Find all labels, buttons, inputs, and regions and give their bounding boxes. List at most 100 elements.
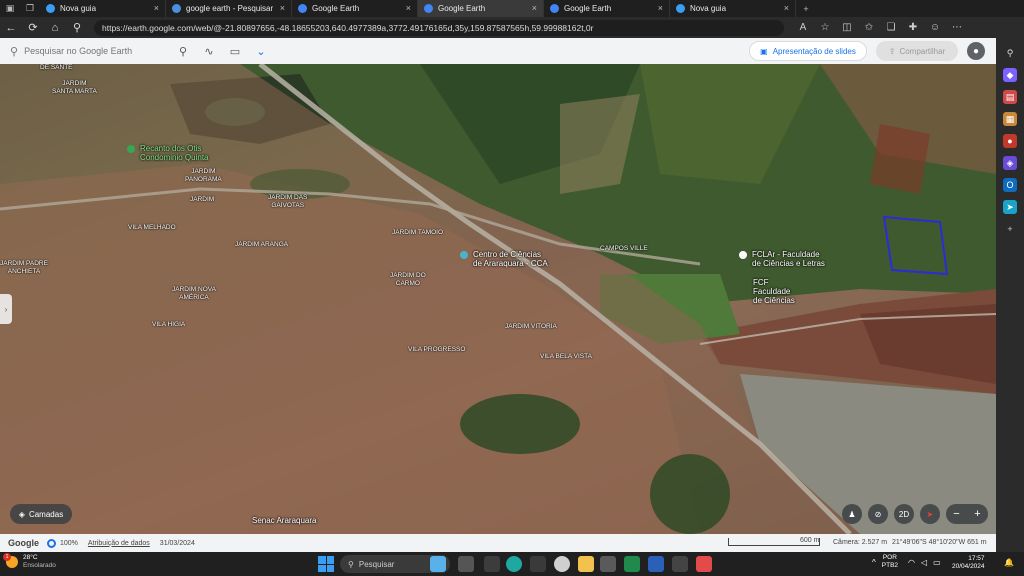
reset-tilt-icon[interactable]: ⊘	[868, 504, 888, 524]
earth-map-view[interactable]: DE SANTE JARDIM SANTA MARTA JARDIM PANORAM…	[0, 64, 996, 534]
clock[interactable]: 17:57 20/04/2024	[952, 555, 985, 571]
read-aloud-icon[interactable]: A	[792, 17, 814, 38]
browser-tab[interactable]: Nova guia ×	[40, 0, 166, 17]
games-icon[interactable]: ●	[1003, 134, 1017, 148]
browser-tab-strip: ▣ ❐ Nova guia × google earth - Pesquisar × G…	[0, 0, 1024, 17]
file-explorer-icon[interactable]	[578, 556, 594, 572]
layers-button[interactable]: ◈ Camadas	[10, 504, 72, 524]
place-label[interactable]: Recanto dos Otis Condominio Quinta	[140, 144, 208, 162]
scale-label: 600 m	[800, 537, 820, 544]
close-tab-icon[interactable]: ×	[280, 3, 285, 13]
google-logo: Google	[8, 538, 39, 548]
widgets-app-icon[interactable]	[430, 556, 446, 572]
task-view-icon[interactable]	[458, 556, 474, 572]
new-tab-button[interactable]: +	[796, 0, 816, 17]
browser-tab[interactable]: google earth - Pesquisar ×	[166, 0, 292, 17]
extensions-icon[interactable]: ✚	[902, 17, 924, 38]
terminal-app-icon[interactable]	[484, 556, 500, 572]
street-view-icon[interactable]: ♟	[842, 504, 862, 524]
favorites-icon[interactable]: ✩	[858, 17, 880, 38]
place-label[interactable]: FCLAr - Faculdade de Ciências e Letras	[752, 250, 825, 268]
search-input[interactable]	[24, 46, 165, 56]
tab-favicon-icon	[550, 4, 559, 13]
refresh-icon[interactable]: ⟳	[22, 17, 44, 38]
more-menu-icon[interactable]: ⋯	[946, 17, 968, 38]
snipping-tool-icon[interactable]	[696, 556, 712, 572]
store-app-icon[interactable]	[600, 556, 616, 572]
add-icon[interactable]: +	[1003, 222, 1017, 236]
cursor-coordinates: 21°49'06"S 48°10'20"W 651 m	[892, 539, 987, 546]
close-tab-icon[interactable]: ×	[154, 3, 159, 13]
weather-widget[interactable]: 1 28°C Ensolarado	[3, 553, 56, 570]
compass-icon[interactable]: ➤	[920, 504, 940, 524]
dell-app-icon[interactable]	[554, 556, 570, 572]
data-attribution-link[interactable]: Atribuição de dados	[88, 540, 150, 547]
workspaces-icon[interactable]: ▣	[0, 0, 20, 17]
outlook-icon[interactable]: O	[1003, 178, 1017, 192]
app-icon[interactable]	[672, 556, 688, 572]
url-field[interactable]: https://earth.google.com/web/@-21.808976…	[94, 19, 784, 36]
search-icon[interactable]: ⚲	[66, 17, 88, 38]
share-button[interactable]: ⇪ Compartilhar	[876, 41, 958, 61]
neighborhood-label: JARDIM VITORIA	[505, 323, 557, 330]
chevron-up-icon[interactable]: ^	[872, 558, 876, 567]
place-pin-icon[interactable]	[127, 145, 135, 153]
share-label: Compartilhar	[899, 46, 946, 56]
address-bar-row: ← ⟳ ⌂ ⚲ https://earth.google.com/web/@-2…	[0, 17, 1024, 38]
zoom-out-button[interactable]: −	[946, 504, 967, 524]
search-icon[interactable]: ⚲	[1003, 46, 1017, 60]
back-arrow-icon[interactable]: ←	[0, 17, 22, 38]
shopping-icon[interactable]: ▤	[1003, 90, 1017, 104]
close-tab-icon[interactable]: ×	[406, 3, 411, 13]
close-tab-icon[interactable]: ×	[784, 3, 789, 13]
browser-tab[interactable]: Google Earth ×	[292, 0, 418, 17]
slideshow-button[interactable]: ▣ Apresentação de slides	[749, 41, 867, 61]
account-icon[interactable]: ●	[967, 42, 985, 60]
send-icon[interactable]: ➤	[1003, 200, 1017, 214]
pin-icon[interactable]: ⚲	[170, 38, 196, 64]
excel-app-icon[interactable]	[624, 556, 640, 572]
wifi-icon[interactable]: ◠	[908, 558, 915, 567]
split-screen-icon[interactable]: ◫	[836, 17, 858, 38]
neighborhood-label: JARDIM SANTA MARTA	[52, 80, 97, 95]
close-tab-icon[interactable]: ×	[658, 3, 663, 13]
collections-icon[interactable]: ❏	[880, 17, 902, 38]
place-label[interactable]: Senac Araraquara	[252, 516, 317, 525]
toggle-2d-button[interactable]: 2D	[894, 504, 914, 524]
word-app-icon[interactable]	[648, 556, 664, 572]
home-icon[interactable]: ⌂	[44, 17, 66, 38]
sun-icon: 1	[3, 553, 18, 568]
volume-icon[interactable]: ◁	[921, 558, 927, 567]
place-label[interactable]: FCF Faculdade de Ciências	[753, 278, 795, 305]
chevron-down-icon[interactable]: ⌄	[248, 38, 274, 64]
tab-actions-icon[interactable]: ❐	[20, 0, 40, 17]
expand-panel-handle[interactable]: ›	[0, 294, 12, 324]
browser-tab[interactable]: Google Earth ×	[544, 0, 670, 17]
app-icon[interactable]	[530, 556, 546, 572]
tab-label: Nova guia	[60, 4, 97, 13]
close-tab-icon[interactable]: ×	[532, 3, 537, 13]
language-indicator[interactable]: POR PTB2	[882, 554, 898, 570]
start-button[interactable]	[318, 556, 334, 572]
place-label[interactable]: Centro de Ciências de Araraquara - CCA	[473, 250, 548, 268]
tools-icon[interactable]: ▦	[1003, 112, 1017, 126]
search-box[interactable]: ⚲	[0, 38, 170, 64]
copilot-icon[interactable]: ◆	[1003, 68, 1017, 82]
place-pin-icon[interactable]	[460, 251, 468, 259]
slideshow-icon: ▣	[760, 46, 768, 56]
browser-tab[interactable]: Nova guia ×	[670, 0, 796, 17]
copilot-icon[interactable]: ◈	[1003, 156, 1017, 170]
tab-label: Nova guia	[690, 4, 727, 13]
zoom-in-button[interactable]: +	[967, 504, 988, 524]
favorite-star-icon[interactable]: ☆	[814, 17, 836, 38]
place-pin-icon[interactable]	[739, 251, 747, 259]
browser-tab[interactable]: Google Earth ×	[418, 0, 544, 17]
taskbar-search-label: Pesquisar	[358, 559, 395, 569]
notification-icon[interactable]: 🔔	[1004, 558, 1016, 570]
path-icon[interactable]: ∿	[196, 38, 222, 64]
battery-icon[interactable]: ▭	[933, 558, 941, 567]
measure-icon[interactable]: ▭	[222, 38, 248, 64]
tab-label: Google Earth	[564, 4, 612, 13]
profile-icon[interactable]: ☺	[924, 17, 946, 38]
edge-app-icon[interactable]	[506, 556, 522, 572]
